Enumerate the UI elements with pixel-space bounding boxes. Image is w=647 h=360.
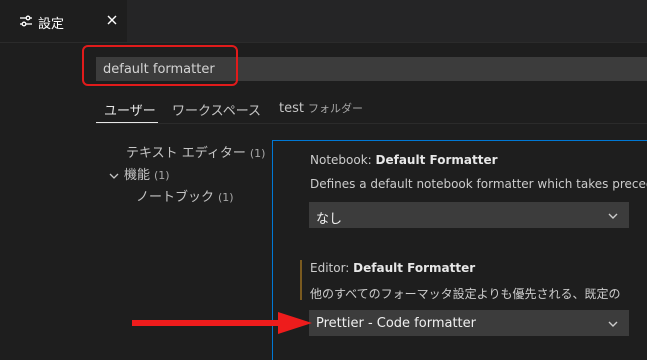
- tab-folder-name: test: [279, 101, 304, 116]
- toc-label: テキスト エディター: [126, 146, 246, 161]
- toc-label: ノートブック: [136, 190, 215, 205]
- dropdown-value: なし: [316, 212, 343, 227]
- toc-count: (1): [154, 169, 170, 182]
- tab-label: 設定: [38, 17, 65, 32]
- tab-workspace[interactable]: ワークスペース: [172, 100, 261, 119]
- scope-divider: [96, 123, 647, 124]
- search-highlight-annotation: [82, 45, 238, 86]
- dropdown-value: Prettier - Code formatter: [316, 316, 476, 331]
- tab-folder-test[interactable]: test フォルダー: [279, 100, 363, 116]
- setting-title-editor-formatter: Editor: Default Formatter: [310, 261, 475, 275]
- toc-item-text-editor[interactable]: テキスト エディター (1): [126, 142, 265, 161]
- toc-count: (1): [249, 147, 266, 160]
- settings-tab[interactable]: 設定: [0, 0, 127, 42]
- close-icon[interactable]: [104, 12, 120, 28]
- setting-title-notebook-formatter: Notebook: Default Formatter: [310, 153, 498, 167]
- setting-name: Default Formatter: [353, 261, 476, 275]
- editor-formatter-dropdown[interactable]: Prettier - Code formatter: [309, 310, 629, 336]
- setting-name: Default Formatter: [375, 153, 498, 167]
- editor-tab-bar: 設定: [0, 0, 647, 43]
- active-scope-underline: [96, 122, 158, 123]
- chevron-down-icon: [109, 173, 119, 179]
- settings-sliders-icon: [20, 15, 32, 27]
- setting-description: Defines a default notebook formatter whi…: [310, 177, 647, 191]
- chevron-down-icon: [608, 213, 618, 219]
- setting-description: 他のすべてのフォーマッタ設定よりも優先される、既定の: [310, 287, 621, 301]
- toc-item-features[interactable]: 機能 (1): [108, 164, 170, 183]
- tab-folder-sub: フォルダー: [307, 102, 363, 115]
- setting-category: Editor:: [310, 261, 354, 275]
- tab-user[interactable]: ユーザー: [104, 100, 156, 119]
- modified-indicator: [300, 260, 302, 300]
- setting-category: Notebook:: [310, 153, 376, 167]
- toc-label: 機能: [124, 168, 151, 183]
- red-arrow-icon: [132, 312, 312, 334]
- toc-count: (1): [218, 191, 234, 204]
- notebook-formatter-dropdown[interactable]: なし: [309, 202, 629, 228]
- chevron-down-icon: [608, 321, 618, 327]
- toc-item-notebook[interactable]: ノートブック (1): [136, 186, 234, 205]
